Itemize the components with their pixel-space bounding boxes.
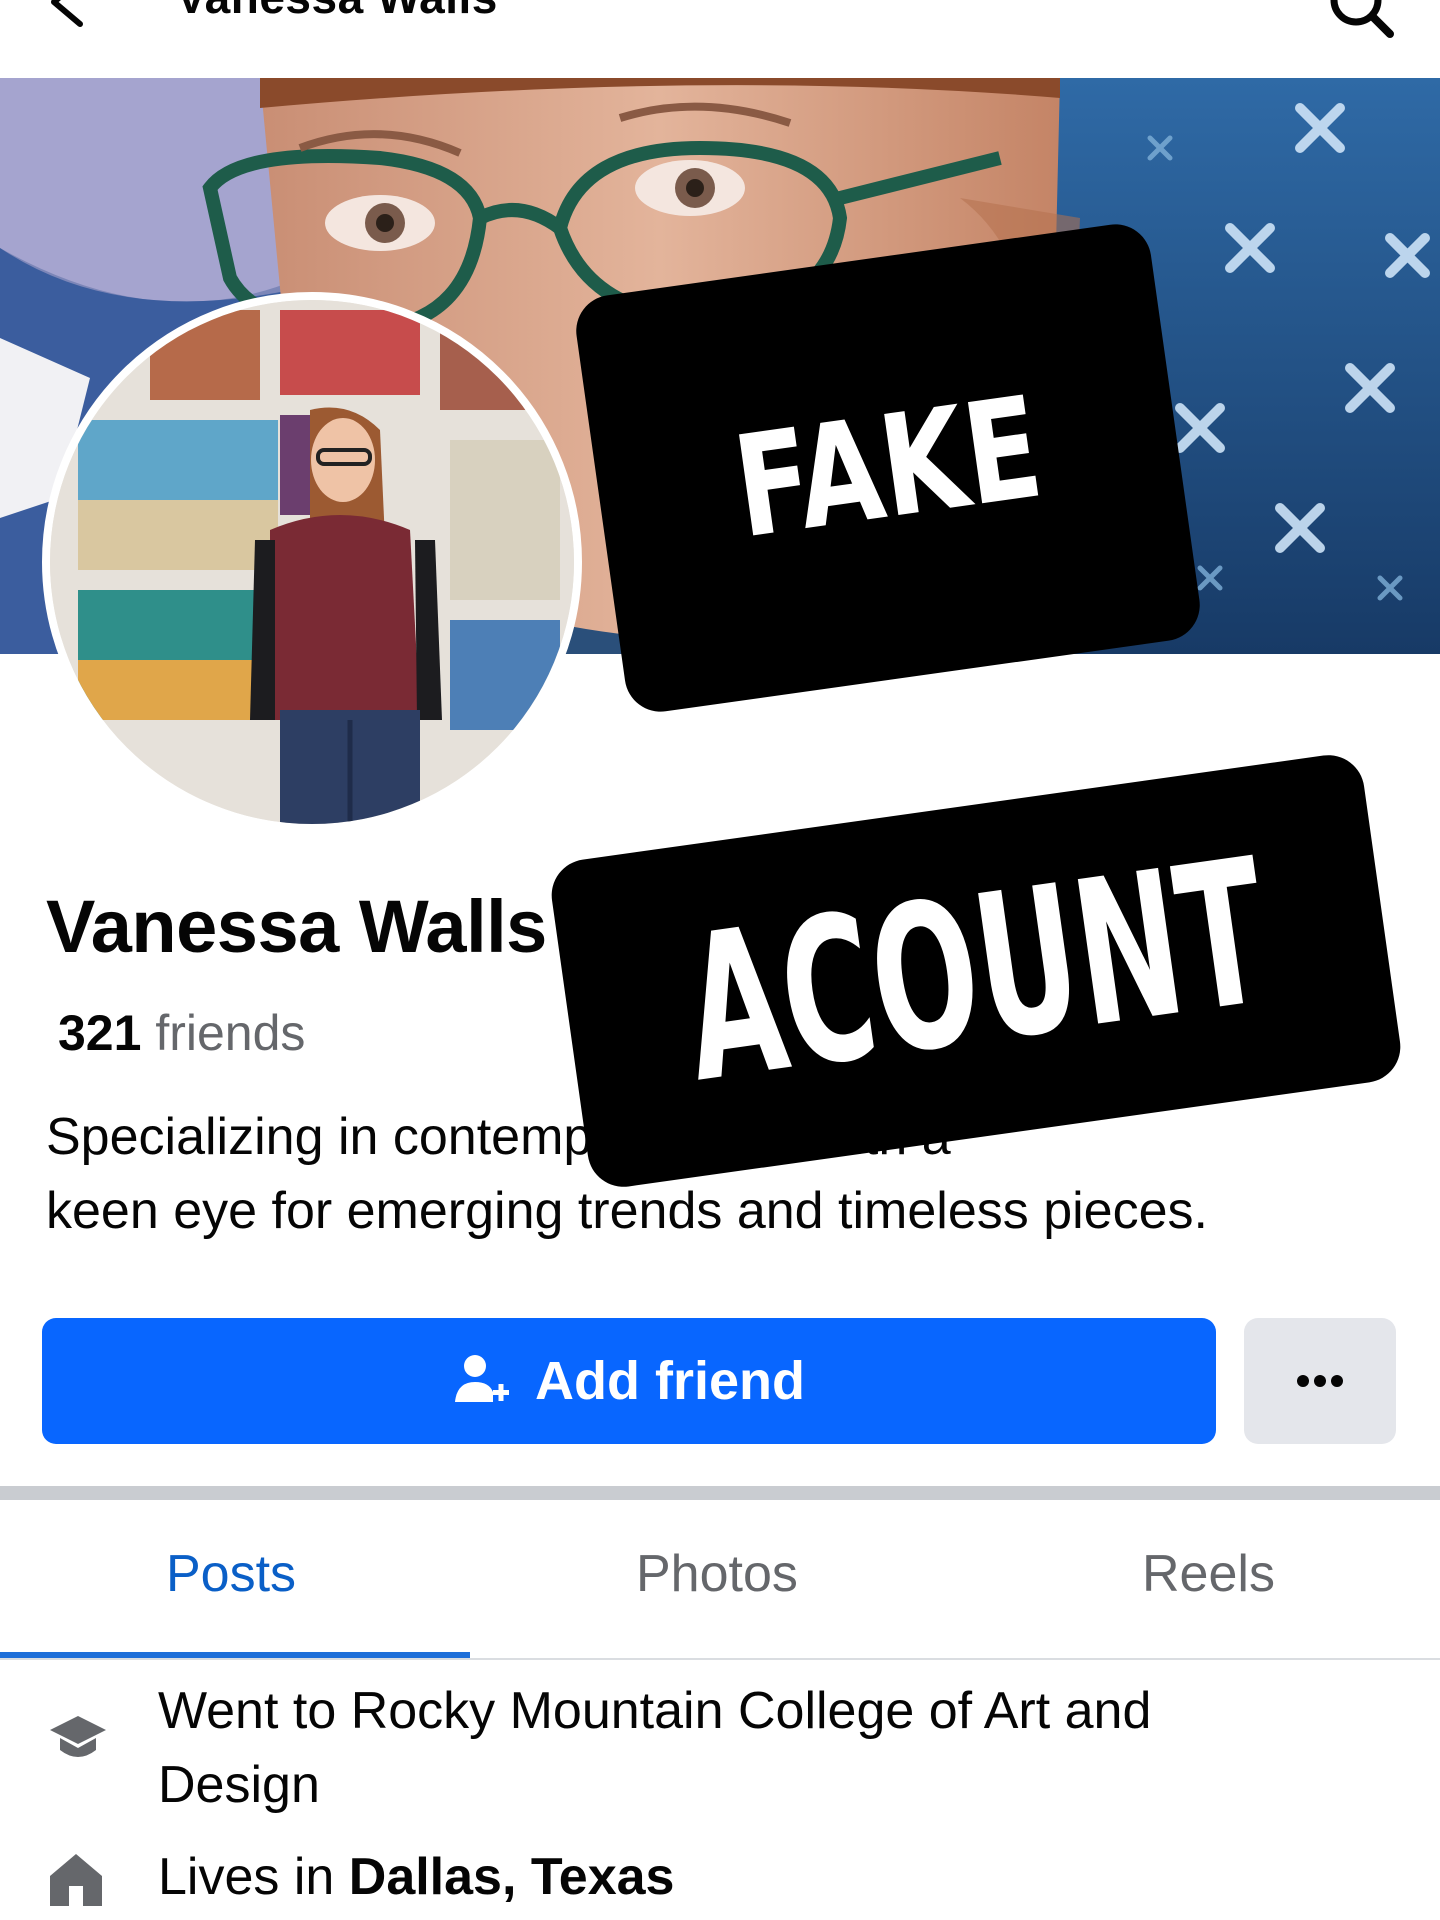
top-bar: Vanessa Walls bbox=[0, 0, 1440, 78]
profile-avatar[interactable] bbox=[42, 292, 582, 832]
education-text: Went to Rocky Mountain College of Art an… bbox=[158, 1674, 1358, 1822]
home-icon bbox=[50, 1854, 102, 1906]
friends-label: friends bbox=[155, 1005, 306, 1061]
more-dots-icon bbox=[1297, 1375, 1343, 1387]
more-options-button[interactable] bbox=[1244, 1318, 1396, 1444]
profile-tabs: Posts Photos Reels bbox=[0, 1500, 1440, 1660]
education-line-2: Design bbox=[158, 1756, 320, 1814]
search-icon[interactable] bbox=[1326, 0, 1396, 40]
profile-name: Vanessa Walls bbox=[46, 885, 547, 968]
lives-in-place[interactable]: Dallas, Texas bbox=[349, 1848, 675, 1906]
section-divider bbox=[0, 1486, 1440, 1500]
education-line-1: Went to Rocky Mountain College of Art an… bbox=[158, 1682, 1152, 1740]
account-sticker-text: ACOUNT bbox=[671, 815, 1281, 1127]
friends-count[interactable]: 321 friends bbox=[58, 1004, 305, 1062]
friends-count-number: 321 bbox=[58, 1005, 142, 1061]
add-person-icon bbox=[455, 1355, 509, 1402]
tab-reels[interactable]: Reels bbox=[1142, 1544, 1275, 1604]
header-title: Vanessa Walls bbox=[176, 0, 498, 24]
tab-posts[interactable]: Posts bbox=[166, 1544, 296, 1604]
back-arrow-icon[interactable] bbox=[40, 0, 100, 32]
lives-in-prefix: Lives in bbox=[158, 1848, 335, 1906]
add-friend-label: Add friend bbox=[535, 1351, 805, 1411]
add-friend-button[interactable]: Add friend bbox=[42, 1318, 1216, 1444]
graduation-cap-icon bbox=[50, 1716, 106, 1757]
bio-line-2: keen eye for emerging trends and timeles… bbox=[46, 1182, 1208, 1240]
lives-in-text: Lives in Dallas, Texas bbox=[158, 1840, 1358, 1914]
tab-photos[interactable]: Photos bbox=[636, 1544, 798, 1604]
fake-sticker: FAKE bbox=[571, 219, 1205, 717]
active-tab-indicator bbox=[0, 1652, 470, 1658]
fake-sticker-text: FAKE bbox=[725, 366, 1051, 570]
